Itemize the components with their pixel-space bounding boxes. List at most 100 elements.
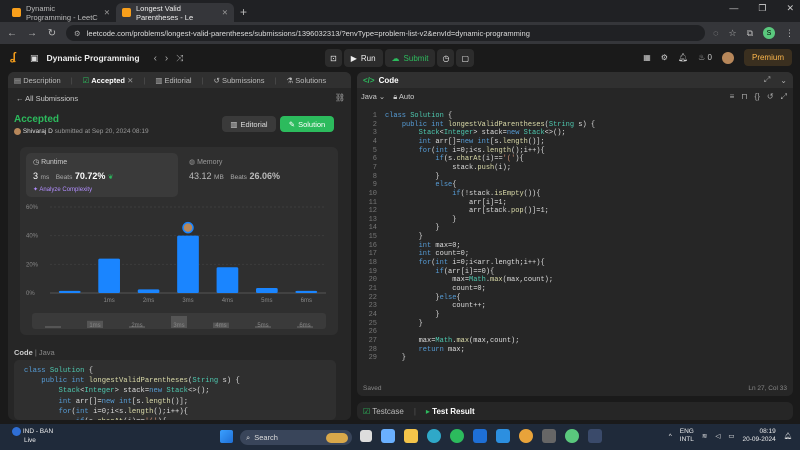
battery-icon[interactable]: ▭ <box>728 432 734 440</box>
left-panel-tabs: ▤ Description | ☑ Accepted ✕ | ▥ Editori… <box>8 72 351 88</box>
format-icon[interactable]: ≡ <box>730 92 735 102</box>
back-icon[interactable]: ← <box>6 28 18 39</box>
wifi-icon[interactable]: ≋ <box>702 432 707 440</box>
new-tab-icon[interactable]: + <box>240 5 247 19</box>
chrome-profile-icon[interactable] <box>565 429 579 443</box>
minimize-icon[interactable]: — <box>729 3 738 14</box>
close-icon[interactable]: ✕ <box>222 8 228 17</box>
vscode-icon[interactable] <box>496 429 510 443</box>
premium-button[interactable]: Premium <box>743 49 792 66</box>
fullscreen-icon[interactable]: ⤢ <box>781 92 787 102</box>
tab-testcase[interactable]: ☑ Testcase <box>363 407 404 416</box>
braces-icon[interactable]: {} <box>755 92 760 102</box>
bar[interactable] <box>216 267 239 293</box>
timer-button[interactable]: ◷ <box>437 49 455 67</box>
forward-icon[interactable]: → <box>26 28 38 39</box>
browser-tab-longest-valid[interactable]: Longest Valid Parentheses - Le ✕ <box>116 3 234 22</box>
leetcode-logo-icon[interactable]: ʆ <box>10 51 22 65</box>
run-button[interactable]: ▶ Run <box>343 49 383 67</box>
bell-icon[interactable]: 🔔︎ <box>678 53 688 62</box>
code-line: else{ <box>435 181 457 190</box>
notes-button[interactable]: ▢ <box>456 49 474 67</box>
tab-accepted[interactable]: ☑ Accepted ✕ <box>83 76 134 85</box>
weather-widget[interactable]: IND - BAN Live <box>12 427 53 445</box>
task-view-icon[interactable] <box>360 430 372 442</box>
runtime-card[interactable]: ◷ Runtime 3 ms Beats 70.72% ❦ ✦ Analyze … <box>26 153 178 197</box>
browser-tab-dynamic-programming[interactable]: Dynamic Programming - LeetC ✕ <box>6 3 116 22</box>
volume-icon[interactable]: ◁ <box>715 432 720 440</box>
browser-toolbar: ← → ↻ ⚙ leetcode.com/problems/longest-va… <box>0 22 800 44</box>
debug-button[interactable]: ⊡ <box>325 49 342 67</box>
site-info-icon[interactable]: ⚙ <box>74 29 81 38</box>
slider-bar <box>45 326 61 328</box>
address-bar[interactable]: ⚙ leetcode.com/problems/longest-valid-pa… <box>66 25 706 41</box>
profile-avatar[interactable]: S <box>763 27 775 39</box>
editorial-button[interactable]: ▥ Editorial <box>222 116 276 132</box>
tab-editorial[interactable]: ▥ Editorial <box>155 76 191 85</box>
streak-fire-icon[interactable]: ♨ 0 <box>698 53 712 62</box>
maximize-icon[interactable]: ❐ <box>758 3 766 14</box>
bar[interactable] <box>137 289 160 293</box>
user-avatar[interactable] <box>721 51 734 64</box>
tab-submissions[interactable]: ↺ Submissions <box>214 76 265 85</box>
prev-problem-icon[interactable]: ‹ <box>154 53 157 64</box>
reset-icon[interactable]: ↺ <box>767 92 774 102</box>
expand-icon[interactable]: ⤢ <box>764 75 770 85</box>
tab-solutions[interactable]: ⚗ Solutions <box>286 76 326 85</box>
mail-icon[interactable] <box>473 429 487 443</box>
stats-box: ◷ Runtime 3 ms Beats 70.72% ❦ ✦ Analyze … <box>20 147 338 335</box>
close-icon[interactable]: ✕ <box>127 76 133 85</box>
close-icon[interactable]: ✕ <box>104 8 110 17</box>
language-indicator[interactable]: ENG INTL <box>680 428 694 444</box>
tray-chevron-icon[interactable]: ^ <box>669 433 672 440</box>
bookmark-icon[interactable]: ⊓ <box>741 92 747 102</box>
whatsapp-icon[interactable] <box>450 429 464 443</box>
submit-button[interactable]: ☁ Submit <box>384 49 436 67</box>
line-number: 7 <box>372 163 377 172</box>
extensions-icon[interactable]: ⧉ <box>747 28 753 39</box>
code-editor[interactable]: 1 class Solution {2 public int longestVal… <box>357 108 793 380</box>
file-explorer-icon[interactable] <box>404 429 418 443</box>
copilot-icon[interactable] <box>381 429 395 443</box>
reload-icon[interactable]: ↻ <box>46 28 58 39</box>
bar[interactable] <box>256 287 278 293</box>
store-icon[interactable] <box>588 429 602 443</box>
bar[interactable] <box>177 235 199 293</box>
line-number: 5 <box>372 146 377 155</box>
next-problem-icon[interactable]: › <box>165 53 168 64</box>
clock[interactable]: 08:19 20-09-2024 <box>742 428 775 444</box>
edge-icon[interactable] <box>427 429 441 443</box>
chrome-icon[interactable] <box>519 429 533 443</box>
range-slider[interactable]: 1ms 2ms 3ms 4ms 5ms 6ms <box>32 313 326 329</box>
tab-test-result[interactable]: ▸ Test Result <box>426 407 475 416</box>
menu-dots-icon[interactable]: ⋮ <box>785 28 794 39</box>
windows-start-icon[interactable] <box>220 430 233 443</box>
bar[interactable] <box>98 258 120 293</box>
layout-icon[interactable]: ▦ <box>643 53 651 62</box>
minimize-panel-icon[interactable]: ⌄ <box>780 76 787 85</box>
solution-button[interactable]: ✎ Solution <box>280 116 334 132</box>
notifications-icon[interactable]: 🔔︎ <box>784 432 792 440</box>
memory-card[interactable]: ◍ Memory 43.12 MB Beats 26.06% <box>182 153 334 197</box>
xbox-icon[interactable] <box>542 429 556 443</box>
settings-icon[interactable]: ⚙ <box>661 53 668 62</box>
line-number: 18 <box>368 259 377 268</box>
auto-mode-toggle[interactable]: 🔒︎ Auto <box>393 92 414 102</box>
share-icon[interactable]: ⛓ <box>335 93 345 102</box>
language-select[interactable]: Java ⌄ <box>361 92 385 102</box>
bar[interactable] <box>295 290 318 293</box>
all-submissions-link[interactable]: ← All Submissions <box>16 94 78 103</box>
window-close-icon[interactable]: ✕ <box>786 3 794 14</box>
date: 20-09-2024 <box>742 436 776 443</box>
author-name[interactable]: Shivaraj D <box>23 128 53 135</box>
problem-list-title[interactable]: Dynamic Programming <box>47 53 140 63</box>
bookmark-star-icon[interactable]: ☆ <box>728 28 736 39</box>
run-submit-group: ⊡ ▶ Run ☁ Submit ◷ ▢ <box>325 49 474 67</box>
tab-description[interactable]: ▤ Description <box>14 76 61 85</box>
eye-off-icon[interactable]: ◌ <box>713 28 718 38</box>
line-number: 23 <box>368 302 377 311</box>
shuffle-icon[interactable]: ⤨ <box>176 53 183 64</box>
taskbar-search[interactable]: ⌕ Search <box>240 430 352 445</box>
bar[interactable] <box>58 290 81 293</box>
analyze-complexity-link[interactable]: ✦ Analyze Complexity <box>33 186 92 193</box>
